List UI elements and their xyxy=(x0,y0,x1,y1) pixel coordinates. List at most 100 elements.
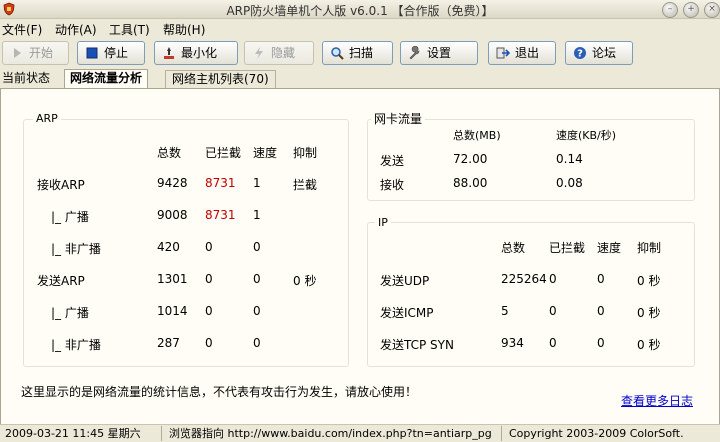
arp-row-blocked: 0 xyxy=(205,240,213,254)
more-logs-link[interactable]: 查看更多日志 xyxy=(621,392,693,409)
ip-row-total: 5 xyxy=(501,304,509,318)
arp-row-total: 9008 xyxy=(157,208,188,222)
svg-text:?: ? xyxy=(577,49,583,60)
scan-button[interactable]: 扫描 xyxy=(322,41,393,65)
arp-header-speed: 速度 xyxy=(253,146,278,160)
arp-row-name: |_ 广播 xyxy=(51,210,89,224)
arp-row-speed: 1 xyxy=(253,208,261,222)
ip-row-name: 发送ICMP xyxy=(380,306,434,320)
ip-header-suppress: 抑制 xyxy=(637,241,662,255)
settings-button[interactable]: 设置 xyxy=(400,41,478,65)
start-button-label: 开始 xyxy=(29,46,54,60)
minimize-icon[interactable]: – xyxy=(662,2,678,18)
ip-header-blocked: 已拦截 xyxy=(549,241,586,255)
arp-row-total: 1301 xyxy=(157,272,188,286)
nic-header-total: 总数(MB) xyxy=(453,129,501,142)
traffic-analysis-panel: ARP 总数 已拦截 速度 抑制 接收ARP 9428 8731 1 拦截 |_… xyxy=(0,88,720,425)
arp-header-total: 总数 xyxy=(157,146,182,160)
arp-row-name: 接收ARP xyxy=(37,178,85,192)
settings-button-label: 设置 xyxy=(427,46,452,60)
nic-row-speed: 0.08 xyxy=(556,176,583,190)
ip-group-label: IP xyxy=(375,216,391,229)
ip-header-total: 总数 xyxy=(501,241,526,255)
ip-row-speed: 0 xyxy=(597,336,605,350)
arp-row-total: 420 xyxy=(157,240,180,254)
arp-row-speed: 0 xyxy=(253,240,261,254)
ip-row-suppress: 0 秒 xyxy=(637,306,661,320)
nic-traffic-group xyxy=(367,119,695,201)
forum-button[interactable]: ? 论坛 xyxy=(565,41,633,65)
arp-row-blocked: 0 xyxy=(205,272,213,286)
ip-row-name: 发送UDP xyxy=(380,274,430,288)
exit-button-label: 退出 xyxy=(515,46,540,60)
title-bar: ARP防火墙单机个人版 v6.0.1 【合作版（免费）】 – + × xyxy=(0,0,720,19)
menu-tools[interactable]: 工具(T) xyxy=(109,21,150,38)
hide-icon xyxy=(255,47,263,59)
arp-group-label: ARP xyxy=(33,112,61,125)
menu-file[interactable]: 文件(F) xyxy=(2,21,42,38)
tab-traffic-analysis[interactable]: 网络流量分析 xyxy=(64,69,149,89)
nic-row-total: 72.00 xyxy=(453,152,488,166)
arp-row-name: |_ 非广播 xyxy=(51,338,101,352)
magnifier-icon xyxy=(331,47,344,60)
play-icon xyxy=(14,48,21,58)
maximize-icon[interactable]: + xyxy=(683,2,699,18)
nic-row-name: 发送 xyxy=(380,154,405,168)
ip-row-blocked: 0 xyxy=(549,336,557,350)
arp-row-suppress: 拦截 xyxy=(293,178,318,192)
forum-button-label: 论坛 xyxy=(592,46,617,60)
arp-row-total: 287 xyxy=(157,336,180,350)
nic-header-speed: 速度(KB/秒) xyxy=(556,129,617,142)
arp-row-total: 9428 xyxy=(157,176,188,190)
arp-row-speed: 0 xyxy=(253,272,261,286)
nic-row-total: 88.00 xyxy=(453,176,488,190)
ip-header-speed: 速度 xyxy=(597,241,622,255)
traffic-notice: 这里显示的是网络流量的统计信息，不代表有攻击行为发生，请放心使用！ xyxy=(21,385,418,399)
menu-bar: 文件(F) 动作(A) 工具(T) 帮助(H) xyxy=(0,19,720,37)
stop-icon xyxy=(86,47,98,59)
status-copyright: Copyright 2003-2009 ColorSoft. xyxy=(509,427,684,440)
nic-group-label: 网卡流量 xyxy=(371,110,426,127)
exit-button[interactable]: 退出 xyxy=(488,41,556,65)
hide-button-label: 隐藏 xyxy=(271,46,296,60)
start-button[interactable]: 开始 xyxy=(2,41,69,65)
minimize-button[interactable]: 最小化 xyxy=(154,41,238,65)
arp-row-blocked: 0 xyxy=(205,336,213,350)
minimize-to-tray-icon xyxy=(164,47,174,59)
arp-row-name: |_ 非广播 xyxy=(51,242,101,256)
exit-icon xyxy=(496,47,510,59)
ip-row-suppress: 0 秒 xyxy=(637,338,661,352)
nic-row-name: 接收 xyxy=(380,178,405,192)
arp-row-blocked: 8731 xyxy=(205,208,236,222)
stop-button-label: 停止 xyxy=(104,46,129,60)
arp-header-blocked: 已拦截 xyxy=(205,146,242,160)
help-icon: ? xyxy=(574,47,586,60)
hide-button[interactable]: 隐藏 xyxy=(244,41,314,65)
ip-row-suppress: 0 秒 xyxy=(637,274,661,288)
tab-current-status[interactable]: 当前状态 xyxy=(0,70,52,88)
arp-row-total: 1014 xyxy=(157,304,188,318)
arp-row-speed: 0 xyxy=(253,336,261,350)
menu-action[interactable]: 动作(A) xyxy=(55,21,97,38)
ip-row-total: 225264 xyxy=(501,272,547,286)
ip-row-total: 934 xyxy=(501,336,524,350)
menu-help[interactable]: 帮助(H) xyxy=(163,21,205,38)
stop-button[interactable]: 停止 xyxy=(77,41,145,65)
arp-row-blocked: 0 xyxy=(205,304,213,318)
arp-row-speed: 1 xyxy=(253,176,261,190)
tab-host-list[interactable]: 网络主机列表(70) xyxy=(165,70,276,88)
arp-row-name: 发送ARP xyxy=(37,274,85,288)
nic-row-speed: 0.14 xyxy=(556,152,583,166)
status-bar: 2009-03-21 11:45 星期六 浏览器指向 http://www.ba… xyxy=(0,424,720,442)
ip-row-blocked: 0 xyxy=(549,304,557,318)
arp-row-blocked: 8731 xyxy=(205,176,236,190)
arp-row-suppress: 0 秒 xyxy=(293,274,317,288)
arp-row-name: |_ 广播 xyxy=(51,306,89,320)
arp-header-suppress: 抑制 xyxy=(293,146,318,160)
close-icon[interactable]: × xyxy=(704,2,720,18)
arp-row-speed: 0 xyxy=(253,304,261,318)
toolbar: 开始 停止 最小化 隐藏 扫描 设置 退出 ? 论坛 xyxy=(0,38,720,70)
tab-strip: 当前状态 网络流量分析 网络主机列表(70) xyxy=(0,69,720,89)
wrench-icon xyxy=(409,46,420,60)
minimize-button-label: 最小化 xyxy=(181,46,218,60)
